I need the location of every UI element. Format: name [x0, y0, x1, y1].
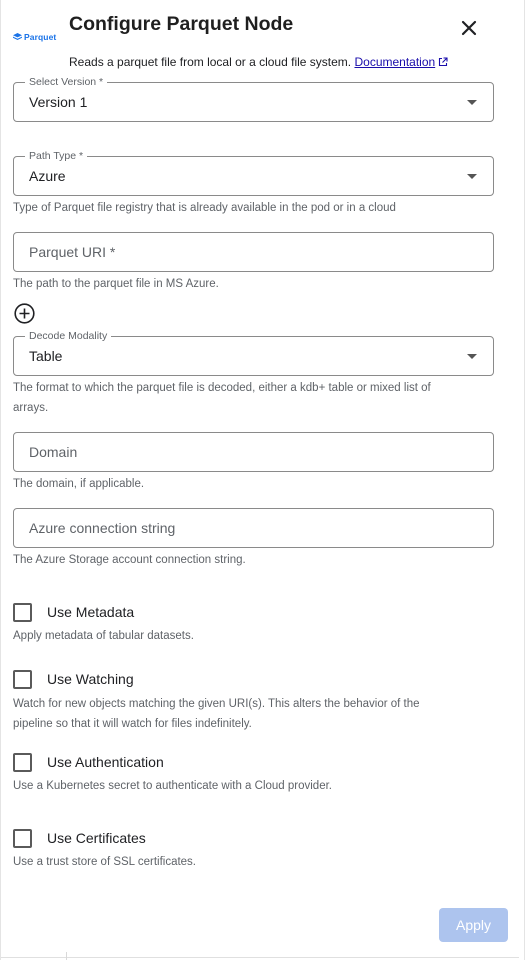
use-metadata-label[interactable]: Use Metadata: [47, 604, 134, 620]
version-select-value: Version 1: [29, 94, 88, 110]
add-uri-button[interactable]: [14, 303, 35, 324]
domain-input[interactable]: Domain: [13, 432, 494, 472]
page-title: Configure Parquet Node: [69, 13, 294, 35]
path-type-label: Path Type *: [25, 149, 88, 163]
apply-button[interactable]: Apply: [439, 908, 508, 942]
azure-connection-string-placeholder: Azure connection string: [29, 520, 176, 536]
parquet-logo: Parquet: [13, 32, 56, 42]
version-select[interactable]: Select Version * Version 1: [13, 75, 494, 122]
decode-modality-helper-line1: The format to which the parquet file is …: [13, 382, 431, 394]
parquet-uri-input[interactable]: Parquet URI *: [13, 232, 494, 272]
use-certificates-checkbox[interactable]: [13, 829, 32, 848]
azure-connection-string-input[interactable]: Azure connection string: [13, 508, 494, 548]
domain-placeholder: Domain: [29, 444, 78, 460]
decode-modality-label: Decode Modality: [25, 329, 112, 343]
parquet-uri-placeholder: Parquet URI *: [29, 244, 116, 260]
use-certificates-label[interactable]: Use Certificates: [47, 830, 146, 846]
use-watching-helper-line1: Watch for new objects matching the given…: [13, 698, 420, 710]
use-watching-checkbox[interactable]: [13, 670, 32, 689]
dropdown-caret-icon: [467, 354, 477, 359]
external-link-icon[interactable]: [438, 57, 448, 67]
configure-parquet-panel: Parquet Configure Parquet Node Reads a p…: [0, 0, 525, 960]
use-metadata-checkbox[interactable]: [13, 603, 32, 622]
azure-connection-string-helper: The Azure Storage account connection str…: [13, 554, 246, 566]
bottom-divider-tick: [66, 952, 67, 960]
node-description: Reads a parquet file from local or a clo…: [69, 55, 448, 69]
use-authentication-checkbox[interactable]: [13, 753, 32, 772]
path-type-helper: Type of Parquet file registry that is al…: [13, 202, 396, 214]
documentation-link[interactable]: Documentation: [354, 55, 435, 69]
bottom-divider: [1, 957, 519, 958]
parquet-uri-helper: The path to the parquet file in MS Azure…: [13, 278, 219, 290]
domain-helper: The domain, if applicable.: [13, 478, 145, 490]
use-authentication-helper: Use a Kubernetes secret to authenticate …: [13, 780, 332, 792]
add-circle-icon: [14, 303, 35, 324]
close-icon: [461, 20, 477, 36]
description-text: Reads a parquet file from local or a clo…: [69, 55, 352, 69]
decode-modality-value: Table: [29, 348, 63, 364]
use-watching-helper-line2: pipeline so that it will watch for files…: [13, 718, 252, 730]
use-metadata-helper: Apply metadata of tabular datasets.: [13, 630, 194, 642]
dropdown-caret-icon: [467, 174, 477, 179]
decode-modality-helper-line2: arrays.: [13, 402, 49, 414]
dropdown-caret-icon: [467, 100, 477, 105]
close-button[interactable]: [457, 16, 481, 40]
parquet-logo-text: Parquet: [24, 32, 57, 42]
decode-modality-select[interactable]: Decode Modality Table: [13, 329, 494, 376]
path-type-value: Azure: [29, 168, 66, 184]
use-authentication-label[interactable]: Use Authentication: [47, 754, 164, 770]
parquet-logo-icon: [13, 33, 22, 40]
version-select-label: Select Version *: [25, 75, 108, 89]
use-certificates-helper: Use a trust store of SSL certificates.: [13, 856, 197, 868]
use-watching-label[interactable]: Use Watching: [47, 671, 134, 687]
path-type-select[interactable]: Path Type * Azure: [13, 149, 494, 196]
